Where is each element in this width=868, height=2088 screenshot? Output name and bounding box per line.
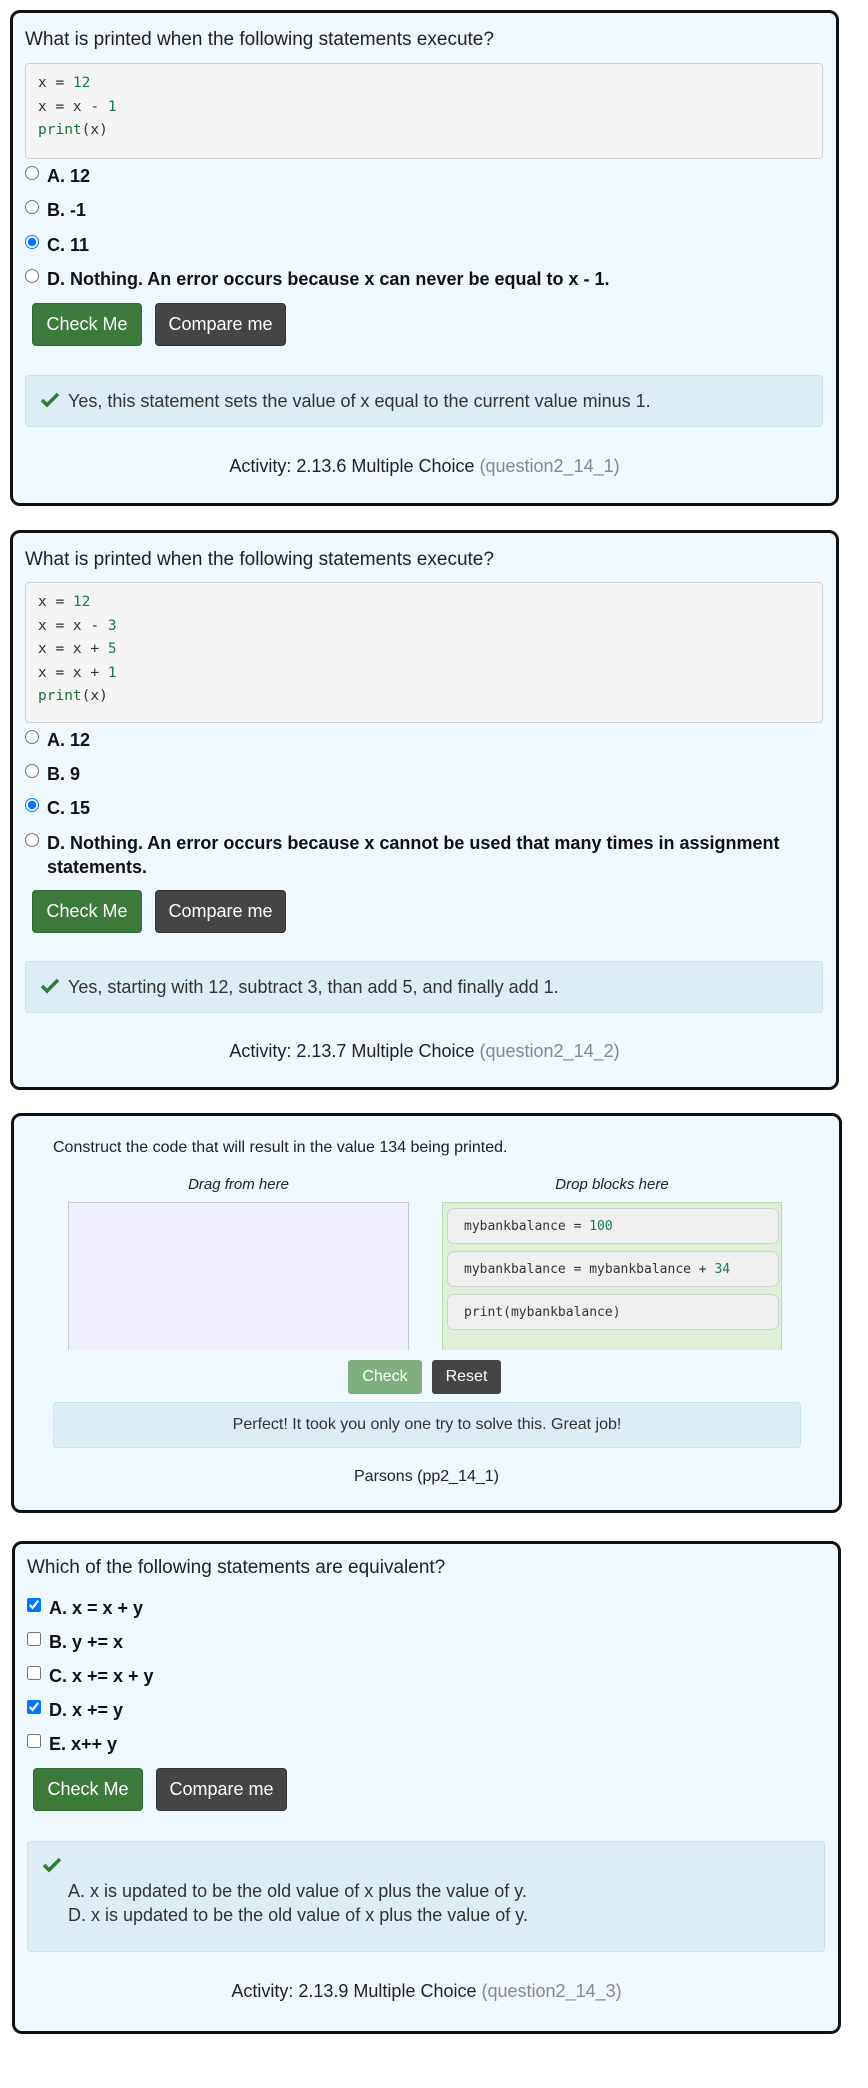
checkbox[interactable] <box>27 1700 41 1714</box>
option-d[interactable]: D. Nothing. An error occurs because x ca… <box>25 831 815 879</box>
parsons-footer: Parsons (pp2_14_1) <box>354 1468 499 1485</box>
code-block-3[interactable]: print(mybankbalance) <box>447 1294 779 1330</box>
option-b[interactable]: B. y += x <box>27 1630 123 1654</box>
option-b[interactable]: B. -1 <box>25 198 86 222</box>
radio-button[interactable] <box>25 730 39 744</box>
radio-button[interactable] <box>25 166 39 180</box>
check-icon <box>40 978 60 994</box>
option-d[interactable]: D. x += y <box>27 1698 123 1722</box>
code-line: print(x) <box>38 122 108 138</box>
activity-label: Activity: 2.13.6 Multiple Choice (questi… <box>229 456 620 476</box>
answer-heading: Drop blocks here <box>555 1176 669 1193</box>
question-text: What is printed when the following state… <box>25 29 494 50</box>
code-line: print(x) <box>38 688 108 704</box>
check-me-button[interactable]: Check Me <box>32 303 142 346</box>
parsons-prompt: Construct the code that will result in t… <box>53 1139 508 1156</box>
feedback-line-a: A. x is updated to be the old value of x… <box>68 1881 527 1901</box>
code-block-1[interactable]: mybankbalance = 100 <box>447 1208 779 1244</box>
checkbox[interactable] <box>27 1666 41 1680</box>
code-line: x = x - 1 <box>38 98 117 115</box>
parsons-reset-button[interactable]: Reset <box>432 1360 501 1394</box>
radio-button[interactable] <box>25 200 39 214</box>
radio-button[interactable] <box>25 833 39 847</box>
question-card-1: What is printed when the following state… <box>10 10 839 506</box>
checkbox[interactable] <box>27 1632 41 1646</box>
feedback-text: Yes, starting with 12, subtract 3, than … <box>68 977 559 997</box>
check-me-button[interactable]: Check Me <box>33 1768 143 1811</box>
option-c[interactable]: C. 11 <box>25 233 89 257</box>
code-block: x = 12 x = x - 1 print(x) <box>25 63 823 159</box>
code-line: x = x + 5 <box>38 641 117 657</box>
feedback-panel: Yes, this statement sets the value of x … <box>25 375 823 427</box>
checkbox[interactable] <box>27 1734 41 1748</box>
compare-me-button[interactable]: Compare me <box>155 303 286 346</box>
option-c[interactable]: C. 15 <box>25 796 90 820</box>
check-icon <box>42 1857 62 1873</box>
activity-label: Activity: 2.13.9 Multiple Choice (questi… <box>231 1981 622 2001</box>
question-text: What is printed when the following state… <box>25 549 494 570</box>
source-heading: Drag from here <box>188 1176 289 1193</box>
option-b[interactable]: B. 9 <box>25 762 80 786</box>
code-line: x = x + 1 <box>38 664 117 681</box>
option-e[interactable]: E. x++ y <box>27 1732 117 1756</box>
drop-target-area[interactable]: mybankbalance = 100 mybankbalance = myba… <box>442 1202 782 1350</box>
radio-button[interactable] <box>25 798 39 812</box>
feedback-text: Yes, this statement sets the value of x … <box>68 391 651 411</box>
radio-button[interactable] <box>25 764 39 778</box>
code-line: x = 12 <box>38 75 91 91</box>
question-card-3: Which of the following statements are eq… <box>12 1541 841 2034</box>
option-c[interactable]: C. x += x + y <box>27 1664 154 1688</box>
feedback-line-d: D. x is updated to be the old value of x… <box>68 1905 528 1925</box>
check-icon <box>40 392 60 408</box>
option-a[interactable]: A. x = x + y <box>27 1596 143 1620</box>
code-line: x = 12 <box>38 594 91 610</box>
radio-button[interactable] <box>25 269 39 283</box>
question-card-2: What is printed when the following state… <box>10 530 839 1090</box>
check-me-button[interactable]: Check Me <box>32 890 142 933</box>
option-d[interactable]: D. Nothing. An error occurs because x ca… <box>25 267 610 291</box>
checkbox[interactable] <box>27 1598 41 1612</box>
question-text: Which of the following statements are eq… <box>27 1557 446 1578</box>
feedback-panel: A. x is updated to be the old value of x… <box>27 1841 825 1952</box>
code-block: x = 12 x = x - 3 x = x + 5 x = x + 1 pri… <box>25 582 823 723</box>
compare-me-button[interactable]: Compare me <box>155 890 286 933</box>
option-a[interactable]: A. 12 <box>25 728 90 752</box>
parsons-card: Construct the code that will result in t… <box>11 1113 842 1513</box>
activity-label: Activity: 2.13.7 Multiple Choice (questi… <box>229 1041 620 1061</box>
compare-me-button[interactable]: Compare me <box>156 1768 287 1811</box>
option-a[interactable]: A. 12 <box>25 164 90 188</box>
parsons-check-button[interactable]: Check <box>348 1360 422 1394</box>
radio-button[interactable] <box>25 235 39 249</box>
code-line: x = x - 3 <box>38 617 117 634</box>
feedback-panel: Yes, starting with 12, subtract 3, than … <box>25 961 823 1013</box>
code-block-2[interactable]: mybankbalance = mybankbalance + 34 <box>447 1251 779 1287</box>
drag-source-area[interactable] <box>68 1202 409 1350</box>
parsons-feedback: Perfect! It took you only one try to sol… <box>53 1402 801 1448</box>
